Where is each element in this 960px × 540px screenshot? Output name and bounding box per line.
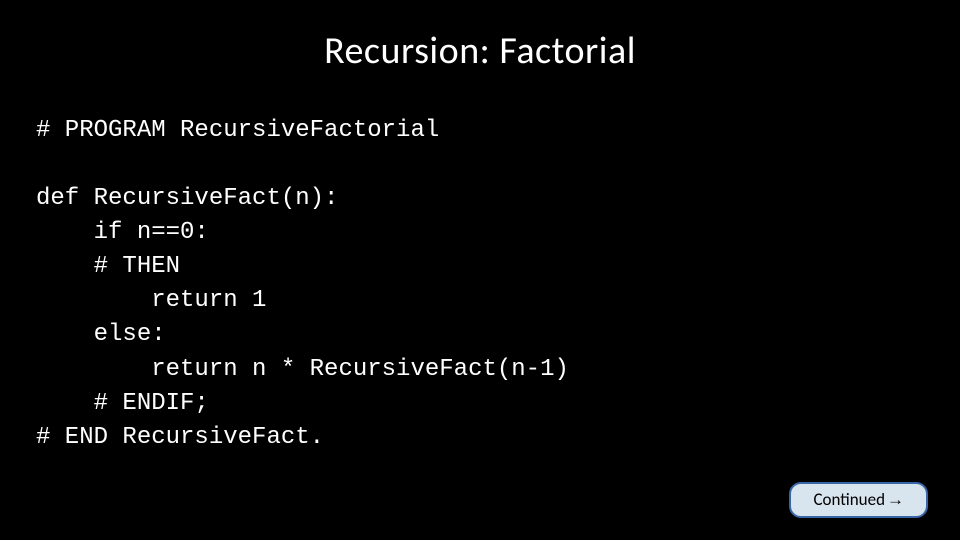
code-line: return n * RecursiveFact(n-1) — [36, 356, 569, 383]
code-line: if n==0: — [36, 219, 209, 246]
code-line: def RecursiveFact(n): — [36, 185, 338, 212]
code-line: # PROGRAM RecursiveFactorial — [36, 117, 439, 144]
slide-title: Recursion: Factorial — [0, 0, 960, 74]
code-line: else: — [36, 321, 166, 348]
continued-label: Continued — [813, 489, 885, 510]
code-line: return 1 — [36, 287, 266, 314]
code-block: # PROGRAM RecursiveFactorial def Recursi… — [0, 74, 960, 455]
arrow-right-icon: → — [887, 490, 904, 510]
continued-button[interactable]: Continued → — [789, 482, 928, 518]
code-line: # ENDIF; — [36, 390, 209, 417]
code-line: # THEN — [36, 253, 180, 280]
code-line: # END RecursiveFact. — [36, 424, 324, 451]
